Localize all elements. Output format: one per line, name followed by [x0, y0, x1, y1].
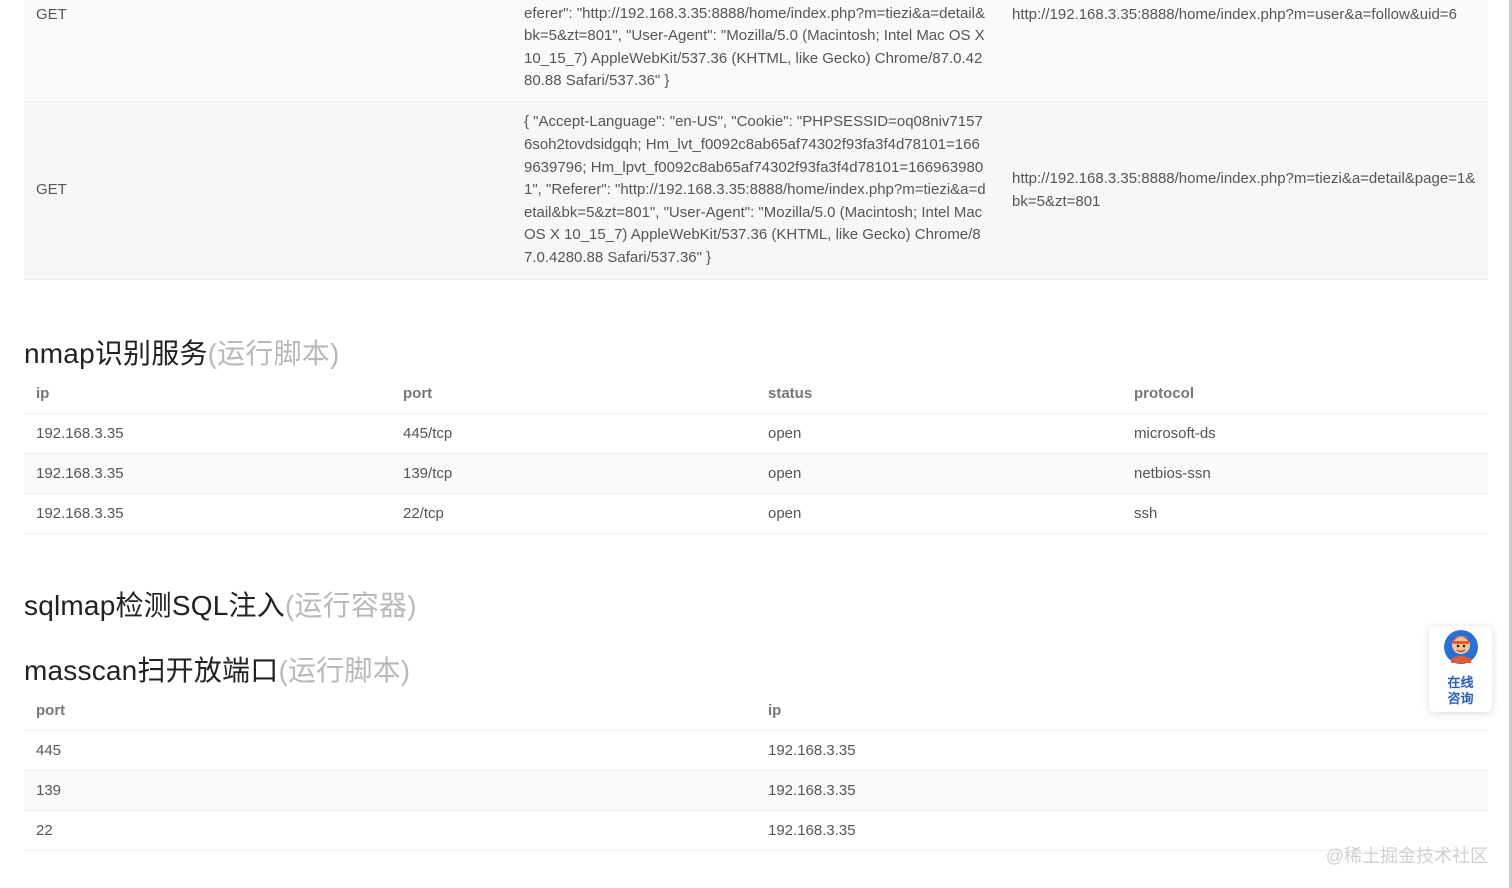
consult-label[interactable]: 在线 咨询 [1447, 675, 1473, 707]
ip-cell: 192.168.3.35 [756, 770, 1488, 811]
headers-cell: { "Accept-Language": "en-US", "Cookie": … [524, 113, 986, 266]
watermark: @稀土掘金技术社区 [1325, 846, 1488, 866]
masscan-table: port ip 445 192.168.3.35 139 192.168.3.3… [24, 691, 1488, 851]
column-header-ip: ip [24, 374, 391, 414]
port-cell: 22 [24, 810, 756, 851]
url-cell[interactable]: http://192.168.3.35:8888/home/index.php?… [1000, 102, 1488, 279]
nmap-section-subtitle: (运行脚本) [207, 338, 340, 369]
ip-cell: 192.168.3.35 [24, 413, 391, 454]
column-header-port: port [24, 691, 756, 731]
column-header-port: port [391, 374, 756, 414]
masscan-section-subtitle: (运行脚本) [278, 655, 411, 686]
table-row: 22 192.168.3.35 [24, 810, 1488, 851]
headers-cell: eferer": "http://192.168.3.35:8888/home/… [524, 4, 985, 90]
column-header-status: status [756, 374, 1122, 414]
port-cell: 445 [24, 730, 756, 771]
method-cell: GET [36, 181, 67, 199]
table-row: 192.168.3.35 22/tcp open ssh [24, 493, 1488, 534]
table-header-row: ip port status protocol [24, 374, 1488, 414]
table-row: 192.168.3.35 445/tcp open microsoft-ds [24, 413, 1488, 454]
status-cell: open [756, 493, 1122, 534]
table-header-row: port ip [24, 691, 1488, 731]
port-cell: 139/tcp [391, 453, 756, 494]
port-cell: 139 [24, 770, 756, 811]
port-cell: 22/tcp [391, 493, 756, 534]
table-row: 192.168.3.35 139/tcp open netbios-ssn [24, 453, 1488, 494]
masscan-section-title: masscan扫开放端口(运行脚本) [24, 655, 411, 686]
ip-cell: 192.168.3.35 [24, 493, 391, 534]
table-row: 139 192.168.3.35 [24, 770, 1488, 811]
method-cell: GET [36, 6, 67, 23]
requests-table: GET eferer": "http://192.168.3.35:8888/h… [24, 0, 1488, 280]
sqlmap-section-title: sqlmap检测SQL注入(运行容器) [24, 590, 417, 621]
ip-cell: 192.168.3.35 [24, 453, 391, 494]
protocol-cell: microsoft-ds [1122, 413, 1488, 454]
url-cell[interactable]: http://192.168.3.35:8888/home/index.php?… [1000, 0, 1488, 101]
table-row: GET eferer": "http://192.168.3.35:8888/h… [24, 0, 1488, 102]
protocol-cell: netbios-ssn [1122, 453, 1488, 494]
column-header-ip: ip [756, 691, 1488, 731]
column-header-protocol: protocol [1122, 374, 1488, 414]
nmap-section-title: nmap识别服务(运行脚本) [24, 338, 340, 369]
protocol-cell: ssh [1122, 493, 1488, 534]
table-row: GET { "Accept-Language": "en-US", "Cooki… [24, 102, 1488, 280]
ip-cell: 192.168.3.35 [756, 730, 1488, 771]
port-cell: 445/tcp [391, 413, 756, 454]
status-cell: open [756, 413, 1122, 454]
online-consult-widget[interactable]: 在线 咨询 [1429, 626, 1492, 712]
status-cell: open [756, 453, 1122, 494]
table-row: 445 192.168.3.35 [24, 730, 1488, 771]
customer-service-avatar-icon [1443, 630, 1478, 664]
nmap-table: ip port status protocol 192.168.3.35 445… [24, 374, 1488, 534]
sqlmap-section-subtitle: (运行容器) [284, 590, 417, 621]
